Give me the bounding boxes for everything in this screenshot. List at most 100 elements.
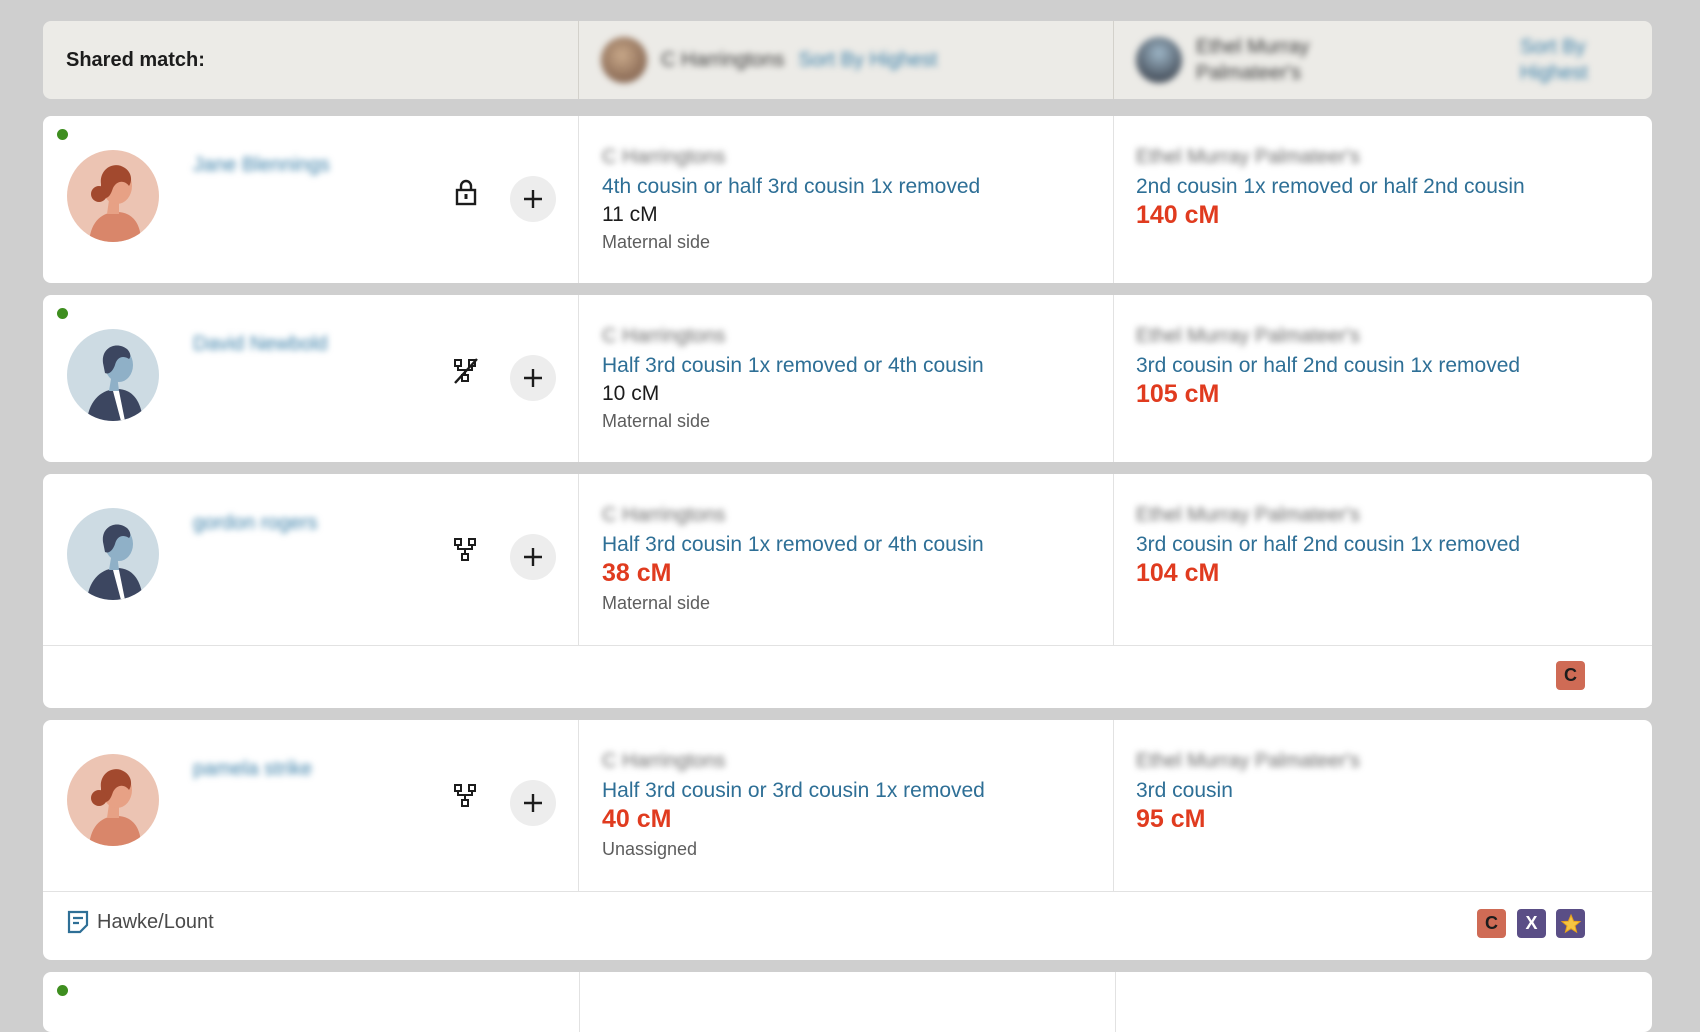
shared-matches-list: Shared match: C Harringtons Sort By High… — [43, 21, 1652, 1032]
female-avatar-icon — [67, 150, 159, 242]
table-row: gordon rogers C Harringtons Half 3rd cou… — [43, 474, 1652, 645]
online-status-dot — [57, 129, 68, 140]
col3-label: Ethel Murray Palmateer's — [1136, 325, 1360, 347]
shared-cm: 104 cM — [1136, 559, 1220, 587]
header-col3-name-line2: Palmateer's — [1196, 62, 1301, 84]
plus-icon — [524, 369, 542, 387]
table-row: Jane Blennings C Harringtons 4th cousin … — [43, 116, 1652, 283]
side-label: Unassigned — [602, 839, 698, 859]
no-tree-icon[interactable] — [452, 357, 480, 385]
match-cell: David Newbold — [43, 295, 579, 462]
shared-match-col3-cell: Ethel Murray Palmateer's 3rd cousin 95 c… — [1114, 720, 1652, 891]
add-to-group-button[interactable] — [510, 176, 556, 222]
avatar — [1136, 37, 1182, 83]
header-col2-name: C Harringtons — [661, 48, 785, 71]
match-cell: Jane Blennings — [43, 116, 579, 283]
match-cell: gordon rogers — [43, 474, 579, 645]
match-cell: pamela strike — [43, 720, 579, 891]
group-tag-x[interactable]: X — [1517, 909, 1546, 938]
note-icon — [67, 910, 89, 934]
avatar[interactable] — [67, 329, 159, 421]
side-label: Maternal side — [602, 593, 711, 613]
shared-match-col2-cell — [580, 972, 1116, 1032]
shared-cm: 38 cM — [602, 559, 672, 587]
shared-match-col2-cell: C Harringtons 4th cousin or half 3rd cou… — [579, 116, 1114, 283]
note-text: Hawke/Lount — [97, 910, 214, 933]
match-card: Jane Blennings C Harringtons 4th cousin … — [43, 116, 1652, 283]
add-to-group-button[interactable] — [510, 534, 556, 580]
side-label: Maternal side — [602, 411, 711, 431]
add-to-group-button[interactable] — [510, 355, 556, 401]
col3-label: Ethel Murray Palmateer's — [1136, 504, 1360, 526]
col2-label: C Harringtons — [602, 504, 726, 526]
match-name-link[interactable]: Jane Blennings — [193, 154, 330, 177]
avatar[interactable] — [67, 508, 159, 600]
shared-cm: 11 cM — [602, 203, 658, 226]
relationship-link[interactable]: 3rd cousin — [1136, 779, 1652, 803]
header-label-cell: Shared match: — [43, 21, 579, 99]
match-note[interactable]: Hawke/Lount — [67, 910, 214, 934]
match-name-link[interactable]: David Newbold — [193, 333, 328, 356]
shared-match-label: Shared match: — [66, 48, 205, 71]
match-card: pamela strike C Harringtons Half 3rd cou… — [43, 720, 1652, 960]
shared-match-col2-cell: C Harringtons Half 3rd cousin 1x removed… — [579, 474, 1114, 645]
table-row: pamela strike C Harringtons Half 3rd cou… — [43, 720, 1652, 891]
match-name-link[interactable]: gordon rogers — [193, 512, 318, 535]
shared-match-col2-cell: C Harringtons Half 3rd cousin or 3rd cou… — [579, 720, 1114, 891]
relationship-link[interactable]: 3rd cousin or half 2nd cousin 1x removed — [1136, 533, 1652, 557]
col2-label: C Harringtons — [602, 146, 726, 168]
avatar[interactable] — [67, 150, 159, 242]
match-footer: Hawke/Lount C X — [43, 891, 1652, 960]
shared-match-col3-cell: Ethel Murray Palmateer's 3rd cousin or h… — [1114, 295, 1652, 462]
sort-line1: Sort By — [1520, 36, 1586, 58]
star-icon — [1560, 913, 1581, 933]
match-name-link[interactable]: pamela strike — [193, 758, 312, 781]
online-status-dot — [57, 985, 68, 996]
shared-match-col3-cell: Ethel Murray Palmateer's 2nd cousin 1x r… — [1114, 116, 1652, 283]
group-tag-c[interactable]: C — [1477, 909, 1506, 938]
header-col3-name-line1: Ethel Murray — [1196, 36, 1310, 58]
shared-match-col3-cell: Ethel Murray Palmateer's 3rd cousin or h… — [1114, 474, 1652, 645]
group-tag-star[interactable] — [1556, 909, 1585, 938]
col2-label: C Harringtons — [602, 325, 726, 347]
lock-icon[interactable] — [452, 178, 480, 206]
shared-cm: 40 cM — [602, 805, 672, 833]
match-footer: C — [43, 645, 1652, 708]
shared-cm: 140 cM — [1136, 201, 1220, 229]
plus-icon — [524, 548, 542, 566]
match-card-partial — [43, 972, 1652, 1032]
plus-icon — [524, 794, 542, 812]
sort-by-highest-link-2[interactable]: Sort By Highest — [1520, 34, 1588, 86]
add-to-group-button[interactable] — [510, 780, 556, 826]
group-tag-c[interactable]: C — [1556, 661, 1585, 690]
match-card: David Newbold C Harringtons Half 3rd cou… — [43, 295, 1652, 462]
shared-match-header: Shared match: C Harringtons Sort By High… — [43, 21, 1652, 99]
tree-icon[interactable] — [452, 782, 480, 810]
shared-cm: 95 cM — [1136, 805, 1206, 833]
avatar[interactable] — [67, 754, 159, 846]
male-avatar-icon — [67, 508, 159, 600]
female-avatar-icon — [67, 754, 159, 846]
header-col2: C Harringtons Sort By Highest — [579, 21, 1114, 99]
relationship-link[interactable]: 3rd cousin or half 2nd cousin 1x removed — [1136, 354, 1652, 378]
plus-icon — [524, 190, 542, 208]
relationship-link[interactable]: 4th cousin or half 3rd cousin 1x removed — [602, 175, 1113, 199]
match-cell — [43, 972, 580, 1032]
sort-by-highest-link[interactable]: Sort By Highest — [798, 49, 937, 72]
tree-icon[interactable] — [452, 536, 480, 564]
header-col3-name: Ethel Murray Palmateer's — [1196, 34, 1416, 86]
avatar — [601, 37, 647, 83]
relationship-link[interactable]: Half 3rd cousin 1x removed or 4th cousin — [602, 354, 1113, 378]
col3-label: Ethel Murray Palmateer's — [1136, 146, 1360, 168]
shared-match-col2-cell: C Harringtons Half 3rd cousin 1x removed… — [579, 295, 1114, 462]
header-col3: Ethel Murray Palmateer's Sort By Highest — [1114, 21, 1652, 99]
male-avatar-icon — [67, 329, 159, 421]
online-status-dot — [57, 308, 68, 319]
col2-label: C Harringtons — [602, 750, 726, 772]
relationship-link[interactable]: 2nd cousin 1x removed or half 2nd cousin — [1136, 175, 1652, 199]
relationship-link[interactable]: Half 3rd cousin 1x removed or 4th cousin — [602, 533, 1113, 557]
col3-label: Ethel Murray Palmateer's — [1136, 750, 1360, 772]
shared-cm: 105 cM — [1136, 380, 1220, 408]
relationship-link[interactable]: Half 3rd cousin or 3rd cousin 1x removed — [602, 779, 1113, 803]
shared-cm: 10 cM — [602, 382, 660, 405]
